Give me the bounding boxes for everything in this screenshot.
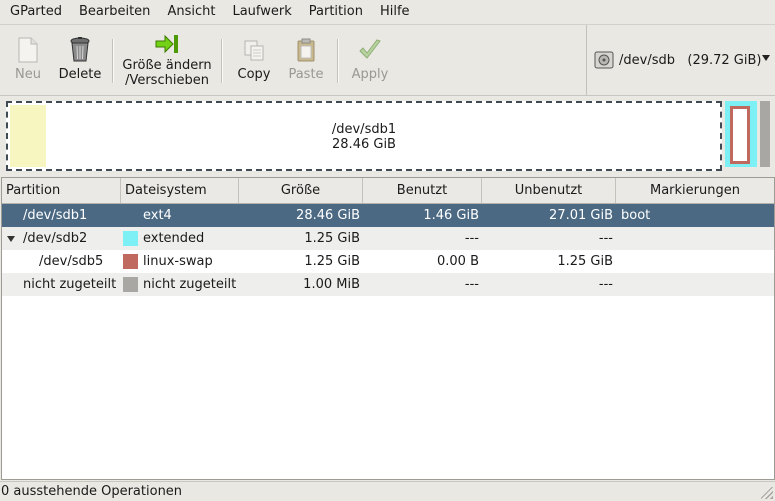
dropdown-arrow-icon (762, 55, 770, 61)
table-row[interactable]: /dev/sdb2 extended 1.25 GiB --- --- (2, 227, 774, 250)
cell-unused: 27.01 GiB (549, 208, 613, 223)
cell-filesystem: ext4 (143, 208, 172, 223)
cell-unused: 1.25 GiB (557, 254, 613, 269)
filesystem-color-swatch (123, 254, 138, 269)
cell-filesystem: linux-swap (143, 254, 213, 269)
toolbar-separator (221, 39, 223, 83)
cell-flags: boot (621, 208, 651, 223)
column-header-markierungen[interactable]: Markierungen (616, 178, 774, 203)
menu-laufwerk[interactable]: Laufwerk (222, 0, 298, 24)
menu-bearbeiten[interactable]: Bearbeiten (69, 0, 157, 24)
cell-used: --- (464, 231, 479, 246)
menu-ansicht[interactable]: Ansicht (157, 0, 222, 24)
device-selector[interactable]: /dev/sdb (29.72 GiB) (586, 25, 775, 95)
cell-filesystem: extended (143, 231, 205, 246)
cell-size: 1.00 MiB (303, 277, 360, 292)
column-header-benutzt[interactable]: Benutzt (363, 178, 482, 203)
device-label: /dev/sdb (29.72 GiB) (619, 52, 762, 68)
apply-button-label: Apply (351, 67, 389, 82)
partition-block-sdb5-swap[interactable] (730, 106, 750, 164)
column-header-groesse[interactable]: Größe (239, 178, 363, 203)
delete-button[interactable]: Delete (56, 25, 104, 95)
trash-icon (65, 35, 95, 65)
new-button-label: Neu (15, 67, 41, 82)
cell-size: 1.25 GiB (304, 254, 360, 269)
cell-unused: --- (598, 231, 613, 246)
resize-move-button[interactable]: Größe ändern /Verschieben (120, 25, 214, 95)
column-header-partition[interactable]: Partition (2, 178, 121, 203)
cell-partition: /dev/sdb1 (23, 208, 88, 223)
harddisk-icon (594, 50, 614, 70)
cell-unused: --- (598, 277, 613, 292)
menu-partition[interactable]: Partition (299, 0, 370, 24)
partition-table: Partition Dateisystem Größe Benutzt Unbe… (1, 177, 775, 480)
partition-graphic: /dev/sdb1 28.46 GiB (4, 100, 771, 172)
cell-used: 1.46 GiB (423, 208, 479, 223)
cell-partition: /dev/sdb5 (39, 254, 104, 269)
checkmark-icon (355, 35, 385, 65)
table-header: Partition Dateisystem Größe Benutzt Unbe… (2, 178, 774, 204)
cell-size: 28.46 GiB (296, 208, 360, 223)
copy-button-label: Copy (237, 67, 271, 82)
table-row[interactable]: /dev/sdb1 ext4 28.46 GiB 1.46 GiB 27.01 … (2, 204, 774, 227)
toolbar: Neu Delete Größe ändern /Verschieben Cop… (0, 25, 775, 96)
menubar: GParted Bearbeiten Ansicht Laufwerk Part… (0, 0, 775, 25)
partition-block-sdb1[interactable]: /dev/sdb1 28.46 GiB (6, 101, 722, 171)
delete-button-label: Delete (58, 67, 102, 82)
filesystem-color-swatch (123, 277, 138, 292)
resize-label-line2: /Verschieben (125, 73, 209, 88)
statusbar: 0 ausstehende Operationen (0, 481, 775, 501)
partition-block-size: 28.46 GiB (332, 137, 396, 152)
new-document-icon (13, 35, 43, 65)
resize-label-line1: Größe ändern (122, 58, 212, 73)
table-row[interactable]: /dev/sdb5 linux-swap 1.25 GiB 0.00 B 1.2… (2, 250, 774, 273)
resize-arrow-icon (152, 33, 182, 55)
resize-grip-icon[interactable] (761, 487, 773, 499)
partition-block-unallocated[interactable] (760, 101, 770, 167)
partition-block-sdb2-extended[interactable] (725, 101, 757, 167)
column-header-unbenutzt[interactable]: Unbenutzt (482, 178, 616, 203)
partition-block-label: /dev/sdb1 28.46 GiB (8, 122, 720, 152)
cell-used: 0.00 B (437, 254, 479, 269)
menu-gparted[interactable]: GParted (0, 0, 69, 24)
cell-partition: /dev/sdb2 (23, 231, 88, 246)
copy-button[interactable]: Copy (232, 25, 276, 95)
cell-used: --- (464, 277, 479, 292)
cell-size: 1.25 GiB (304, 231, 360, 246)
paste-button-label: Paste (288, 67, 324, 82)
column-header-dateisystem[interactable]: Dateisystem (121, 178, 239, 203)
status-text: 0 ausstehende Operationen (1, 484, 183, 499)
filesystem-color-swatch (123, 231, 138, 246)
copy-icon (239, 35, 269, 65)
expander-arrow-icon[interactable] (7, 236, 15, 242)
paste-clipboard-icon (291, 35, 321, 65)
partition-block-name: /dev/sdb1 (331, 122, 397, 137)
apply-button[interactable]: Apply (348, 25, 392, 95)
cell-filesystem: nicht zugeteilt (143, 277, 237, 292)
paste-button[interactable]: Paste (284, 25, 328, 95)
toolbar-separator (337, 39, 339, 83)
table-row[interactable]: nicht zugeteilt nicht zugeteilt 1.00 MiB… (2, 273, 774, 296)
cell-partition: nicht zugeteilt (23, 277, 117, 292)
menu-hilfe[interactable]: Hilfe (370, 0, 417, 24)
new-button[interactable]: Neu (10, 25, 46, 95)
toolbar-separator (112, 39, 114, 83)
